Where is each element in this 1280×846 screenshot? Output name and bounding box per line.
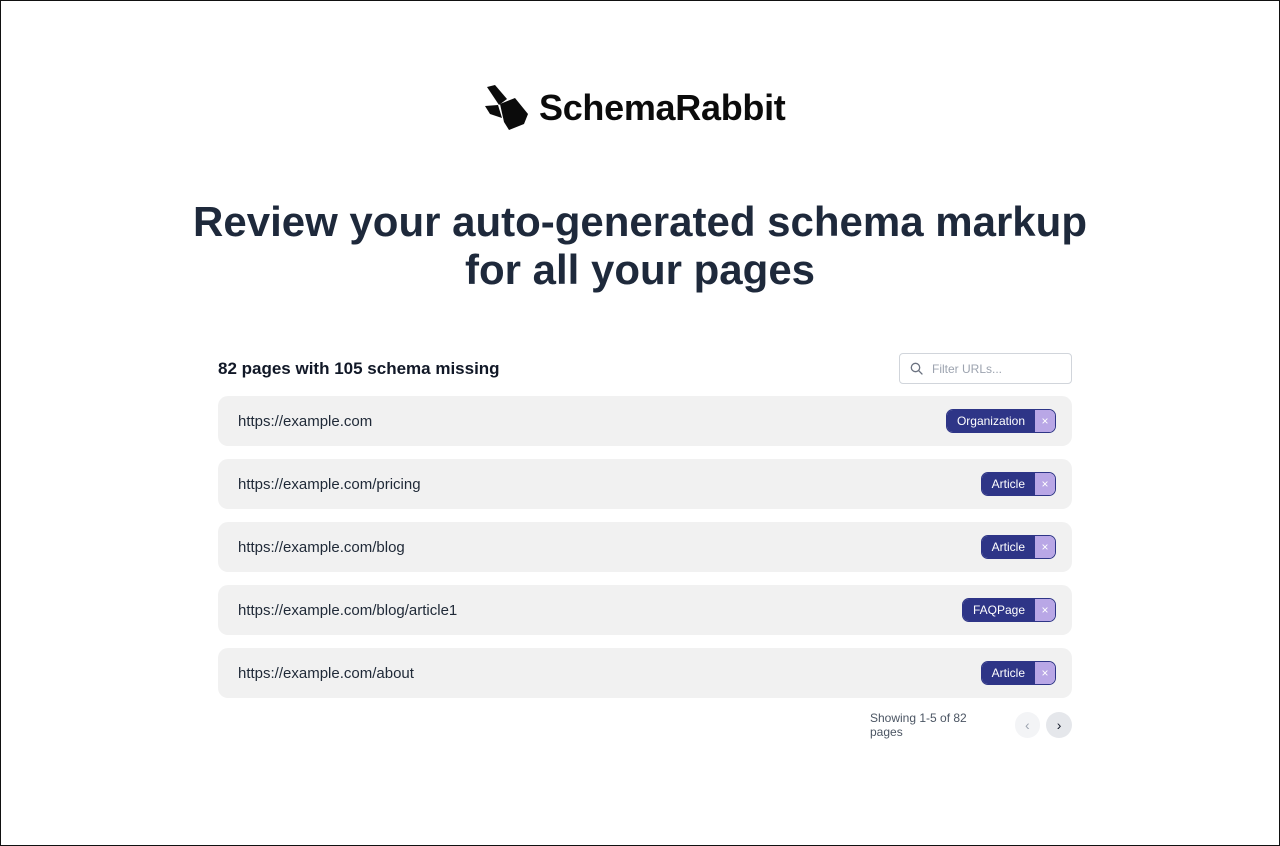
schema-tag: Organization × [945,409,1056,433]
previous-page-button[interactable]: ‹ [1014,712,1041,738]
schema-tag-label: Organization [946,410,1035,432]
filter-urls-input[interactable] [932,361,1062,376]
page-row[interactable]: https://example.com Organization × [218,396,1072,446]
page-row[interactable]: https://example.com/blog Article × [218,522,1072,572]
page-title-line-2: for all your pages [464,246,816,293]
remove-schema-button[interactable]: × [1035,662,1055,684]
schema-tag: FAQPage × [961,598,1056,622]
remove-schema-button[interactable]: × [1035,536,1055,558]
schema-tag: Article × [980,472,1056,496]
pagination-status: Showing 1-5 of 82 pages [870,711,967,739]
schema-tag-label: Article [981,473,1035,495]
filter-urls-box[interactable] [899,353,1072,384]
page-row[interactable]: https://example.com/pricing Article × [218,459,1072,509]
missing-schema-summary: 82 pages with 105 schema missing [218,359,500,378]
schema-tag-label: Article [981,662,1035,684]
page-url: https://example.com/pricing [238,475,421,493]
page-url: https://example.com/blog [238,538,405,556]
page-url: https://example.com/blog/article1 [238,601,458,619]
remove-schema-button[interactable]: × [1035,410,1055,432]
next-page-button[interactable]: › [1046,712,1072,738]
search-icon [910,362,923,375]
schema-tag: Article × [980,661,1056,685]
page-title: Review your auto-generated schema markup… [140,198,1140,294]
brand-logo[interactable]: SchemaRabbit [485,84,786,131]
remove-schema-button[interactable]: × [1035,599,1055,621]
brand-name: SchemaRabbit [539,87,786,128]
page-row[interactable]: https://example.com/blog/article1 FAQPag… [218,585,1072,635]
pagination: Showing 1-5 of 82 pages ‹ › [870,711,1072,739]
page-url: https://example.com/about [238,664,414,682]
schema-tag-label: FAQPage [962,599,1035,621]
page-row[interactable]: https://example.com/about Article × [218,648,1072,698]
page-title-line-1: Review your auto-generated schema markup [193,198,1087,245]
schema-tag-label: Article [981,536,1035,558]
rabbit-shapes-icon [485,85,528,130]
remove-schema-button[interactable]: × [1035,473,1055,495]
schema-tag: Article × [980,535,1056,559]
page-url: https://example.com [238,412,373,430]
